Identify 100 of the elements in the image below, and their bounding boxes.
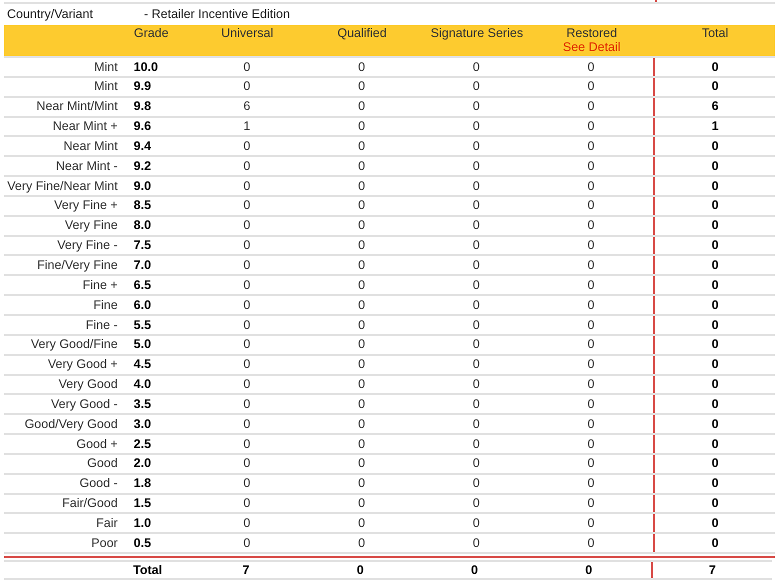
count-cell-text: 0 — [586, 217, 596, 234]
count-cell-text: 0 — [586, 78, 596, 96]
count-cell-text: 0 — [472, 436, 481, 453]
count-cell-text: 0 — [472, 316, 481, 334]
count-cell-text: 0 — [472, 475, 481, 492]
count-cell-text: 0 — [357, 296, 366, 314]
count-cell-text: 0 — [472, 276, 481, 294]
count-cell-text: 0 — [472, 178, 481, 195]
total-cell-text: 1 — [710, 118, 720, 136]
column-header: Total — [702, 26, 728, 40]
count-cell-text: 0 — [586, 416, 596, 433]
count-cell-text: 0 — [586, 178, 596, 195]
grade-name: Very Fine/Near Mint — [6, 178, 118, 195]
grade-value: 4.0 — [134, 376, 152, 394]
count-cell-text: 0 — [242, 158, 252, 175]
count-cell-text: 0 — [357, 455, 366, 472]
count-cell-text: 0 — [472, 58, 481, 76]
count-cell-text: 0 — [586, 296, 596, 314]
grade-name: Mint — [93, 78, 118, 96]
grade-name: Very Good - — [50, 396, 118, 413]
count-cell-text: 0 — [242, 436, 252, 453]
total-count: 7 — [241, 562, 250, 579]
count-cell-text: 0 — [586, 158, 596, 175]
count-cell-text: 0 — [357, 336, 366, 354]
count-cell-text: 0 — [586, 396, 596, 413]
count-cell-text: 0 — [242, 78, 252, 96]
count-cell-text: 0 — [586, 495, 596, 512]
grade-value: 9.4 — [134, 138, 152, 155]
count-cell-text: 0 — [357, 158, 366, 175]
count-cell-text: 0 — [242, 376, 252, 394]
count-cell-text: 1 — [242, 118, 252, 136]
total-cell-text: 0 — [710, 237, 720, 254]
grade-value: 0.5 — [134, 534, 152, 552]
total-count: 0 — [470, 562, 479, 579]
count-cell-text: 0 — [242, 416, 252, 433]
grade-value: 1.8 — [134, 475, 152, 492]
count-cell-text: 0 — [242, 237, 252, 254]
grade-value: 6.5 — [134, 276, 152, 294]
grade-name: Good + — [75, 436, 118, 453]
count-cell-text: 0 — [242, 356, 252, 374]
count-cell-text: 0 — [586, 514, 596, 532]
count-cell-text: 0 — [472, 256, 481, 274]
count-cell-text: 0 — [472, 197, 481, 214]
grade-name: Very Good/Fine — [30, 336, 118, 354]
total-cell-text: 6 — [710, 98, 720, 116]
count-cell-text: 0 — [586, 455, 596, 472]
total-cell-text: 0 — [710, 336, 720, 354]
grade-value: 9.2 — [134, 158, 152, 175]
count-cell-text: 0 — [472, 158, 481, 175]
see-detail-link[interactable]: See Detail — [562, 40, 621, 54]
grade-value: 6.0 — [134, 296, 152, 314]
grade-value: 1.5 — [134, 495, 152, 512]
total-cell-text: 0 — [710, 158, 720, 175]
count-cell-text: 0 — [357, 416, 366, 433]
count-cell-text: 0 — [242, 178, 252, 195]
grade-name: Very Fine + — [53, 197, 118, 214]
count-cell-text: 0 — [357, 138, 366, 155]
count-cell-text: 0 — [472, 514, 481, 532]
grade-name: Very Good — [58, 376, 118, 394]
grade-value: 8.5 — [134, 197, 152, 214]
count-cell-text: 0 — [357, 178, 366, 195]
count-cell-text: 0 — [472, 98, 481, 116]
count-cell-text: 0 — [357, 197, 366, 214]
grade-name: Good - — [78, 475, 118, 492]
count-cell-text: 0 — [357, 276, 366, 294]
count-cell-text: 0 — [472, 356, 481, 374]
total-cell-text: 0 — [710, 356, 720, 374]
count-cell-text: 0 — [586, 276, 596, 294]
grade-value: 5.0 — [134, 336, 152, 354]
column-header: Universal — [221, 26, 274, 40]
total-cell-text: 0 — [710, 276, 720, 294]
total-cell-text: 0 — [710, 197, 720, 214]
count-cell-text: 0 — [242, 138, 252, 155]
count-cell-text: 0 — [472, 78, 481, 96]
total-cell-text: 0 — [710, 475, 720, 492]
variant-value: - Retailer Incentive Edition — [144, 6, 290, 24]
count-cell-text: 0 — [586, 475, 596, 492]
count-cell-text: 0 — [586, 534, 596, 552]
count-cell-text: 0 — [586, 256, 596, 274]
grade-name: Very Fine — [64, 217, 118, 234]
count-cell-text: 0 — [357, 316, 366, 334]
count-cell-text: 0 — [242, 276, 252, 294]
grade-name: Very Good + — [46, 356, 118, 374]
grade-name: Fine — [92, 296, 118, 314]
grade-name: Fair/Good — [61, 495, 118, 512]
count-cell-text: 0 — [586, 336, 596, 354]
count-cell-text: 0 — [586, 237, 596, 254]
grade-value: 9.9 — [134, 78, 152, 96]
grade-name: Poor — [90, 534, 118, 552]
count-cell-text: 0 — [357, 98, 366, 116]
count-cell-text: 0 — [472, 296, 481, 314]
grade-name: Fair — [95, 514, 118, 532]
grade-name: Near Mint/Mint — [35, 98, 118, 116]
total-cell-text: 0 — [710, 217, 720, 234]
grade-value: 7.5 — [134, 237, 152, 254]
grade-value: 1.0 — [134, 514, 152, 532]
count-cell-text: 0 — [472, 237, 481, 254]
count-cell-text: 0 — [242, 217, 252, 234]
count-cell-text: 0 — [586, 98, 596, 116]
total-cell-text: 0 — [710, 514, 720, 532]
